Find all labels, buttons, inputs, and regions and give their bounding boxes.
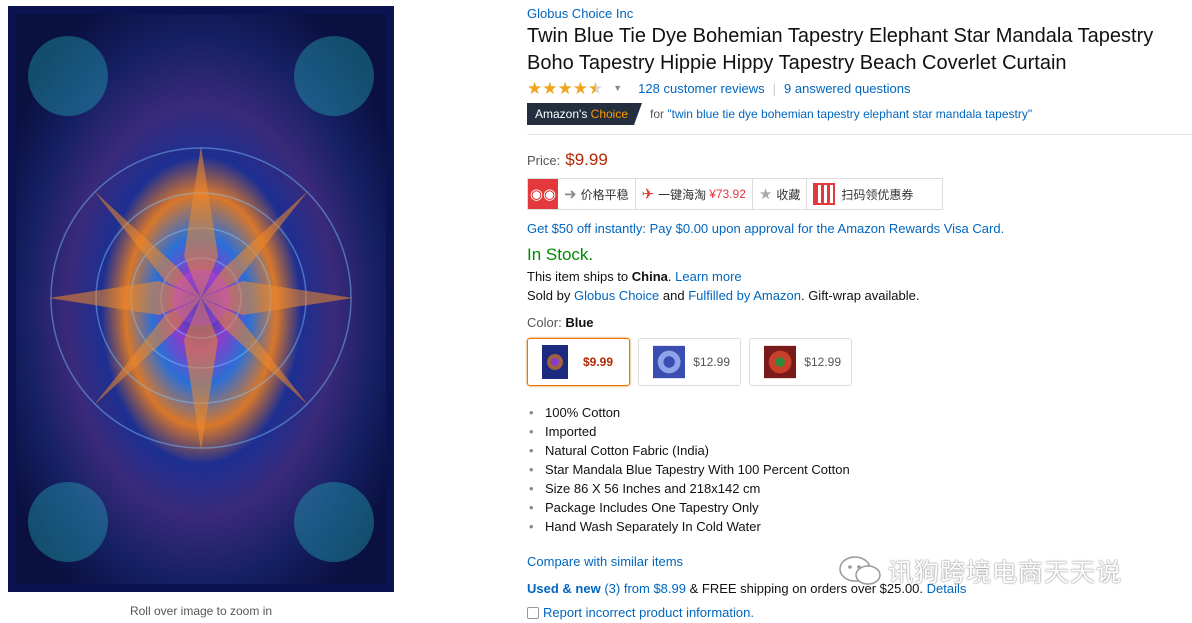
title-line-2: Boho Tapestry Hippie Hippy Tapestry Beac… [527,52,1067,74]
rewards-card-promo[interactable]: Get $50 off instantly: Pay $0.00 upon ap… [527,221,1192,236]
stock-status: In Stock. [527,245,594,264]
report-link-text: Report incorrect product information. [543,605,754,620]
product-image[interactable] [8,6,394,592]
ships-country: China [631,269,668,284]
qr-code-icon [813,183,836,205]
extension-toolbar: ◉◉ ➜ 价格平稳 ✈ 一键海淘 ¥73.92 ★ 收藏 扫码领优惠券 [527,178,943,210]
used-new-link[interactable]: Used & new [527,581,601,596]
report-incorrect-info[interactable]: Report incorrect product information. [527,605,1192,620]
star-icon: ★ [572,78,588,98]
swatch-price: $12.99 [804,355,841,369]
zoom-hint: Roll over image to zoom in [129,604,273,618]
star-icon: ★ [542,78,558,98]
oneclick-label: 一键海淘 [658,187,707,202]
wechat-icon [839,556,881,585]
half-star-icon: ★ [588,78,604,98]
report-icon [527,606,539,619]
choice-query: for "twin blue tie dye bohemian tapestry… [650,107,1032,121]
product-image-panel: Roll over image to zoom in [8,6,394,618]
star-icon: ★ [758,186,773,203]
star-icon: ★ [557,78,573,98]
feature-bullets: 100% Cotton Imported Natural Cotton Fabr… [527,403,1192,536]
oneclick-price: ¥73.92 [709,187,746,201]
ships-prefix: This item ships to [527,269,629,284]
scan-coupon-button[interactable]: 扫码领优惠券 [807,179,919,209]
arrow-right-icon: ➜ [564,186,577,203]
reviews-link[interactable]: 128 customer reviews [638,81,764,96]
swatch-thumbnail [542,345,568,379]
swatch-price: $9.99 [583,355,614,369]
airplane-icon: ✈ [641,186,655,203]
ships-suffix: . [667,269,672,284]
feature-bullet: Hand Wash Separately In Cold Water [527,517,1192,536]
watermark-text: 讯狗跨境电商天天说 [888,559,1123,587]
scan-coupon-label: 扫码领优惠券 [841,187,914,202]
price-value: $9.99 [565,150,608,169]
choice-query-link[interactable]: "twin blue tie dye bohemian tapestry ele… [667,107,1032,121]
amazons-choice-badge: Amazon's Choice [527,103,643,125]
gift-wrap-text: . Gift-wrap available. [800,288,920,303]
star-icon: ★ [527,78,543,98]
separator: | [772,80,777,96]
color-selector-label: Color: Blue [527,315,1192,330]
price-row: Price: $9.99 [527,150,1192,170]
feature-bullet: Size 86 X 56 Inches and 218x142 cm [527,479,1192,498]
swatch-price: $12.99 [693,355,730,369]
fulfilled-by-amazon-link[interactable]: Fulfilled by Amazon [688,288,801,303]
chevron-down-icon[interactable]: ▼ [613,83,622,93]
color-swatch-option-2[interactable]: $12.99 [638,338,741,386]
feature-bullet: 100% Cotton [527,403,1192,422]
owl-logo-icon: ◉◉ [528,179,558,209]
title-line-1: Twin Blue Tie Dye Bohemian Tapestry Elep… [527,25,1154,47]
price-label: Price: [527,153,561,168]
swatch-thumbnail [653,345,686,379]
feature-bullet: Star Mandala Blue Tapestry With 100 Perc… [527,460,1192,479]
feature-bullet: Package Includes One Tapestry Only [527,498,1192,517]
shipping-info: This item ships to China. Learn more Sol… [527,267,1192,305]
badge-main-text: Amazon's [535,107,588,121]
divider [527,134,1192,135]
used-new-from-price[interactable]: from $8.99 [624,581,686,596]
color-selected-value: Blue [565,315,594,330]
watermark: 讯狗跨境电商天天说 [838,553,1122,589]
one-click-buy-button[interactable]: ✈ 一键海淘 ¥73.92 [636,179,753,209]
favorite-button[interactable]: ★ 收藏 [753,179,808,209]
price-trend-button[interactable]: ◉◉ ➜ 价格平稳 [528,179,636,209]
learn-more-link[interactable]: Learn more [675,269,741,284]
amazons-choice-row: Amazon's Choice for "twin blue tie dye b… [527,103,1192,125]
rating-row: ★ ★ ★ ★ ★ ▼ 128 customer reviews | 9 ans… [527,79,1192,97]
color-swatch-blue[interactable]: $9.99 [527,338,630,386]
seller-link[interactable]: Globus Choice [574,288,659,303]
used-new-count[interactable]: (3) [604,581,620,596]
swatch-thumbnail [764,345,797,379]
color-swatch-option-3[interactable]: $12.99 [749,338,852,386]
product-title: Twin Blue Tie Dye Bohemian Tapestry Elep… [527,23,1192,77]
sold-by-label: Sold by [527,288,571,303]
product-details: Globus Choice Inc Twin Blue Tie Dye Bohe… [527,6,1192,620]
answered-questions-link[interactable]: 9 answered questions [784,81,910,96]
price-stable-label: 价格平稳 [580,187,629,202]
brand-link[interactable]: Globus Choice Inc [527,6,1192,21]
for-label: for [650,107,665,121]
feature-bullet: Imported [527,422,1192,441]
color-label: Color: [527,315,562,330]
star-rating[interactable]: ★ ★ ★ ★ ★ [527,80,603,97]
feature-bullet: Natural Cotton Fabric (India) [527,441,1192,460]
color-swatches: $9.99 $12.99 $12.99 [527,338,1192,386]
favorite-label: 收藏 [776,187,801,202]
and-label: and [662,288,685,303]
badge-accent-text: Choice [590,107,629,121]
